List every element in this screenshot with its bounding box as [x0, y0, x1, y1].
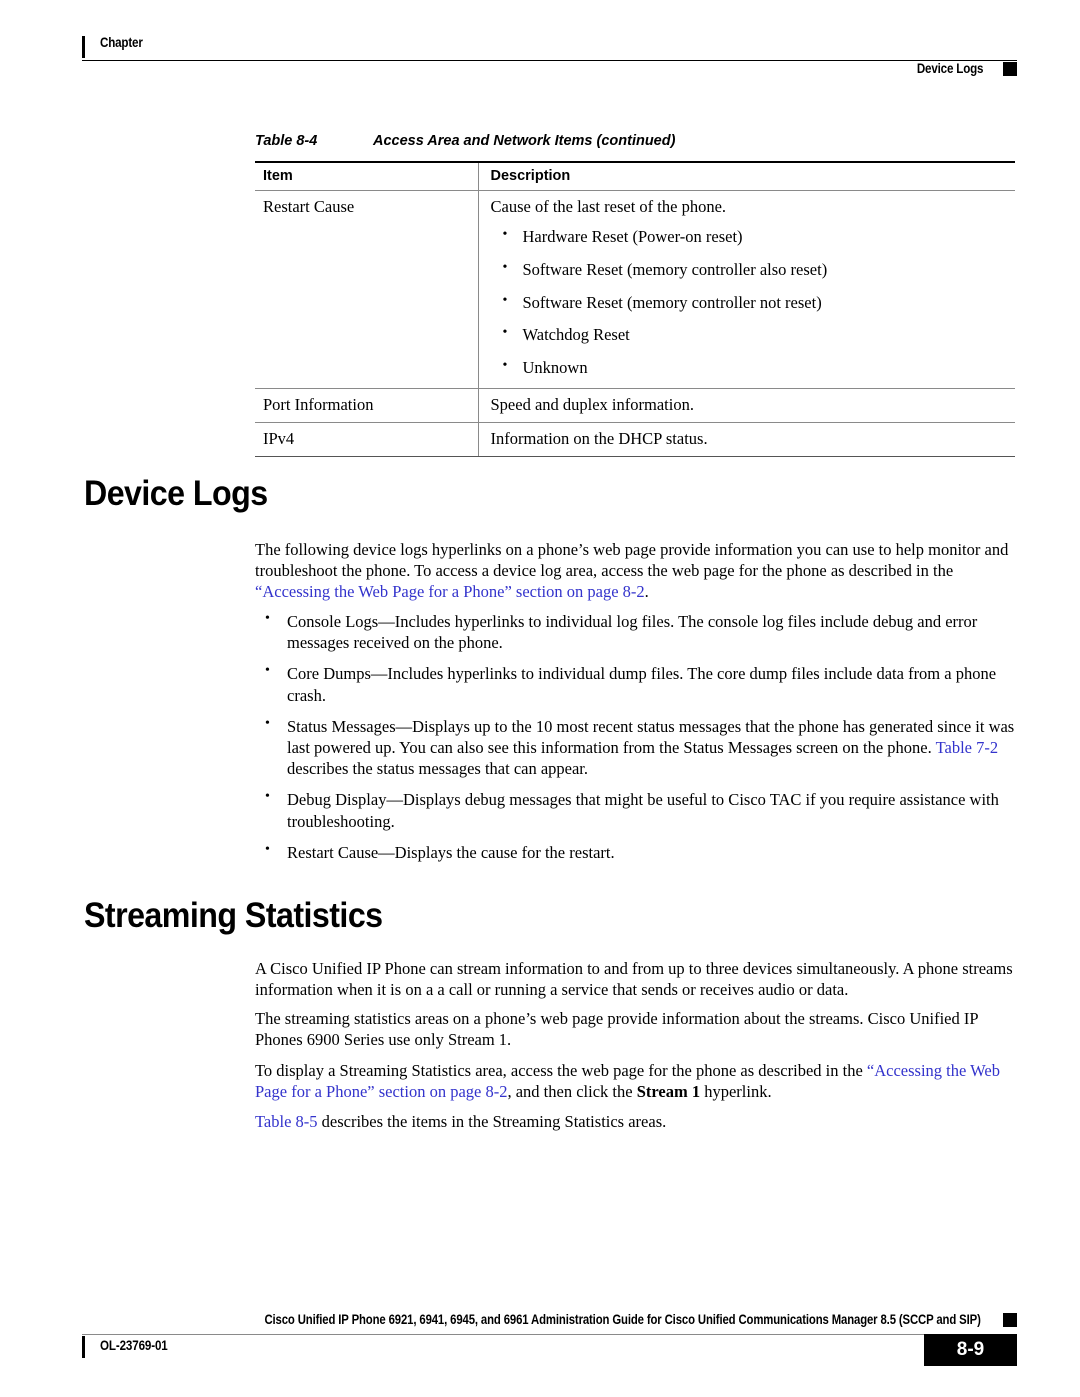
table-cell-description-text: Cause of the last reset of the phone. [490, 197, 727, 216]
table-row: IPv4 Information on the DHCP status. [255, 422, 1015, 458]
header-square-marker-icon [1003, 62, 1017, 76]
list-item: Unknown [491, 357, 1006, 379]
page-title-device-logs: Device Logs [84, 474, 268, 513]
list-item: Console Logs—Includes hyperlinks to indi… [255, 610, 1015, 653]
list-item-text: Console Logs—Includes hyperlinks to indi… [287, 612, 978, 653]
table-column-header-description: Description [477, 161, 1015, 191]
list-item-text: Status Messages—Displays up to the 10 mo… [287, 716, 1015, 757]
streaming-paragraph-2: The streaming statistics areas on a phon… [255, 1009, 978, 1050]
footer-document-id: OL-23769-01 [100, 1338, 168, 1353]
link-table-7-2[interactable]: Table 7-2 [936, 738, 999, 757]
footer-rule [82, 1334, 1017, 1335]
intro-text-part1: The following device logs hyperlinks on … [255, 540, 1009, 581]
link-table-8-5[interactable]: Table 8-5 [255, 1112, 318, 1131]
list-item: Debug Display—Displays debug messages th… [255, 788, 1015, 831]
table-cell-description: Information on the DHCP status. [477, 422, 1015, 458]
list-item: Software Reset (memory controller not re… [491, 292, 1006, 314]
list-item-text: Core Dumps—Includes hyperlinks to indivi… [287, 664, 997, 705]
table-cell-item: Restart Cause [255, 190, 478, 389]
table-cell-description: Cause of the last reset of the phone. Ha… [477, 190, 1015, 389]
list-item-text: Debug Display—Displays debug messages th… [287, 790, 999, 831]
access-area-network-items-table: Item Description Restart Cause Cause of … [255, 161, 1015, 458]
streaming-paragraph-3: To display a Streaming Statistics area, … [255, 1060, 1015, 1102]
para3-text-part1: To display a Streaming Statistics area, … [255, 1061, 867, 1080]
footer-page-number: 8-9 [924, 1334, 1017, 1366]
list-item: Software Reset (memory controller also r… [491, 259, 1006, 281]
list-item-text-after: describes the status messages that can a… [287, 759, 589, 779]
header-tick-mark [82, 36, 85, 58]
para3-text-part2: , and then click the [507, 1082, 637, 1102]
stream-1-label: Stream 1 [636, 1082, 701, 1102]
list-item: Core Dumps—Includes hyperlinks to indivi… [255, 662, 1015, 705]
footer-square-marker-icon [1003, 1313, 1017, 1327]
header-section-label: Device Logs [916, 61, 983, 76]
list-item: Hardware Reset (Power-on reset) [491, 226, 1006, 248]
table-block: Table 8-4 Access Area and Network Items (… [255, 133, 1015, 458]
header-rule [82, 60, 1017, 61]
intro-text-part2: . [644, 582, 649, 602]
table-header-row: Item Description [255, 161, 1015, 191]
para4-text: describes the items in the Streaming Sta… [317, 1112, 667, 1131]
device-logs-intro-paragraph: The following device logs hyperlinks on … [255, 539, 1015, 603]
footer-tick-mark [82, 1336, 85, 1358]
link-accessing-web-page-for-a-phone[interactable]: “Accessing the Web Page for a Phone” sec… [255, 582, 645, 601]
table-row: Restart Cause Cause of the last reset of… [255, 190, 1015, 389]
device-logs-bullet-list: Console Logs—Includes hyperlinks to indi… [255, 610, 1015, 873]
footer-guide-title: Cisco Unified IP Phone 6921, 6941, 6945,… [264, 1312, 981, 1327]
table-cell-item: Port Information [255, 388, 478, 424]
streaming-paragraph-1: A Cisco Unified IP Phone can stream info… [255, 959, 1013, 1000]
list-item: Watchdog Reset [491, 324, 1006, 346]
page-footer: Cisco Unified IP Phone 6921, 6941, 6945,… [82, 1312, 1017, 1382]
table-caption: Table 8-4 Access Area and Network Items (… [255, 133, 1015, 149]
table-caption-number: Table 8-4 [255, 133, 318, 149]
table-caption-title: Access Area and Network Items (continued… [373, 133, 676, 149]
table-column-header-item: Item [255, 161, 478, 191]
table-row: Port Information Speed and duplex inform… [255, 388, 1015, 424]
streaming-paragraph-4: Table 8-5 describes the items in the Str… [255, 1111, 1015, 1132]
table-cell-description: Speed and duplex information. [477, 388, 1015, 424]
para3-text-part3: hyperlink. [700, 1082, 772, 1102]
restart-cause-bullet-list: Hardware Reset (Power-on reset) Software… [491, 226, 1006, 379]
page-header: Chapter Device Logs [82, 32, 1017, 76]
header-chapter-label: Chapter [100, 35, 143, 50]
list-item: Restart Cause—Displays the cause for the… [255, 841, 1015, 863]
list-item-text: Restart Cause—Displays the cause for the… [287, 842, 615, 862]
table-cell-item: IPv4 [255, 422, 478, 458]
page-title-streaming-statistics: Streaming Statistics [84, 896, 383, 935]
list-item: Status Messages—Displays up to the 10 mo… [255, 715, 1015, 780]
